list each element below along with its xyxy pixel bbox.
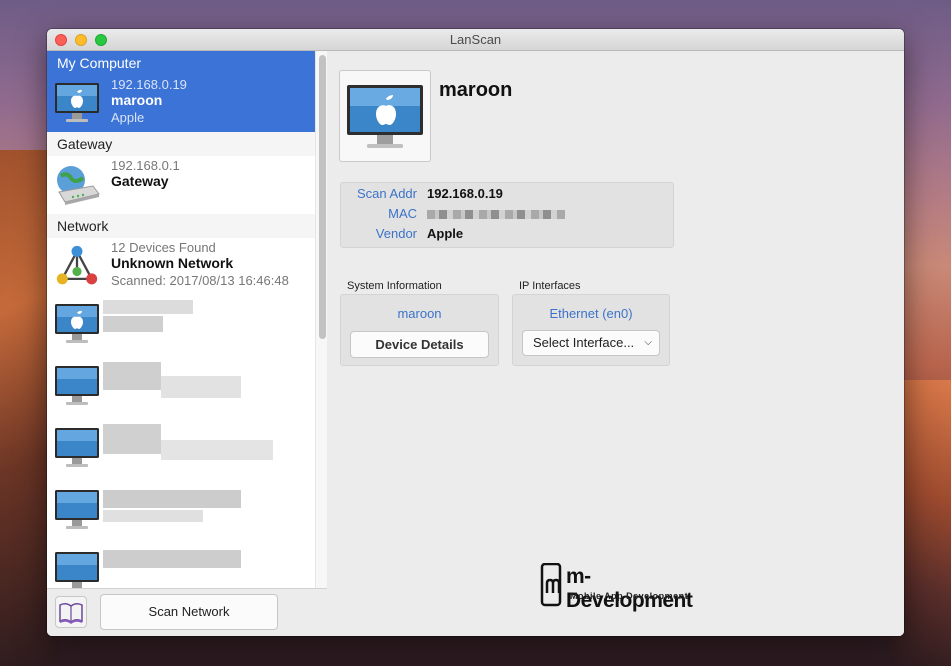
device-list-item[interactable] [47,358,315,420]
imac-icon [55,83,99,122]
book-button[interactable] [55,596,87,628]
sidebar-scroll-thumb[interactable] [319,55,326,339]
book-icon [59,602,83,624]
device-detail-pane: maroon Scan Addr 192.168.0.19 MAC Vendor… [327,51,904,636]
device-info-box: Scan Addr 192.168.0.19 MAC Vendor Apple [340,182,674,248]
mac-label: MAC [388,206,417,221]
imac-icon [347,85,423,148]
section-header-my-computer: My Computer [47,51,315,75]
window-title: LanScan [449,32,502,47]
system-info-link[interactable]: maroon [341,306,498,321]
ip-interfaces-box: Ethernet (en0) Select Interface... ⌵ [512,294,670,366]
sidebar-scrollbar[interactable] [315,51,327,588]
redacted-text [103,510,203,522]
app-window: LanScan My Computer 192.168.0.19 maroon … [47,29,904,636]
device-details-button[interactable]: Device Details [350,331,489,358]
my-computer-ip: 192.168.0.19 [111,77,187,92]
logo-sub-text: Mobile App Development [570,591,689,601]
redacted-text [103,424,161,454]
redacted-text [103,316,163,332]
phone-logo-icon [540,563,562,607]
redacted-text [103,362,161,390]
maximize-window-button[interactable] [95,34,107,46]
redacted-text [103,550,241,568]
system-information-box: maroon Device Details [340,294,499,366]
imac-icon [55,304,99,343]
logo-main-text: m-Development [566,565,693,612]
sidebar-footer: Scan Network [47,588,327,636]
scan-network-button[interactable]: Scan Network [100,594,278,630]
gateway-name: Gateway [111,173,169,189]
device-sidebar: My Computer 192.168.0.19 maroon Apple Ga… [47,51,315,588]
device-list-item[interactable] [47,296,315,358]
redacted-text [103,300,193,314]
sidebar-item-my-computer[interactable]: 192.168.0.19 maroon Apple [47,75,315,132]
sidebar-item-gateway[interactable]: 192.168.0.1 Gateway [47,156,315,214]
vendor-label: Vendor [375,226,417,241]
section-header-gateway: Gateway [47,132,315,156]
select-interface-value: Select Interface... [533,335,635,350]
device-name-title: maroon [439,79,513,101]
display-icon [55,428,99,467]
redacted-text [161,376,241,398]
display-icon [55,552,99,588]
device-image [339,70,431,162]
network-scan-time: Scanned: 2017/08/13 16:46:48 [111,273,289,288]
chevron-down-icon: ⌵ [644,337,652,348]
redacted-text [103,490,241,508]
mac-value-redacted [427,210,565,219]
section-header-network: Network [47,214,315,238]
ip-interfaces-label: IP Interfaces [519,280,581,292]
device-list-item[interactable] [47,420,315,482]
select-interface-dropdown[interactable]: Select Interface... ⌵ [522,330,660,356]
device-list-item[interactable] [47,482,315,544]
minimize-window-button[interactable] [75,34,87,46]
ethernet-interface-link[interactable]: Ethernet (en0) [513,306,669,321]
title-bar[interactable]: LanScan [47,29,904,51]
m-development-logo: m-Development Mobile App Development [540,563,700,612]
network-name: Unknown Network [111,255,234,271]
my-computer-name: maroon [111,92,163,108]
router-icon [57,166,100,205]
sidebar-item-network[interactable]: 12 Devices Found Unknown Network Scanned… [47,238,315,296]
redacted-text [161,440,273,460]
vendor-value: Apple [427,226,464,241]
display-icon [55,490,99,529]
my-computer-vendor: Apple [111,110,145,125]
device-list-item[interactable] [47,544,315,588]
gateway-ip: 192.168.0.1 [111,158,180,173]
system-information-label: System Information [347,280,442,292]
scan-addr-value: 192.168.0.19 [427,186,503,201]
scan-addr-label: Scan Addr [357,186,417,201]
display-icon [55,366,99,405]
network-icon [56,245,98,285]
close-window-button[interactable] [55,34,67,46]
network-device-count: 12 Devices Found [111,240,216,255]
